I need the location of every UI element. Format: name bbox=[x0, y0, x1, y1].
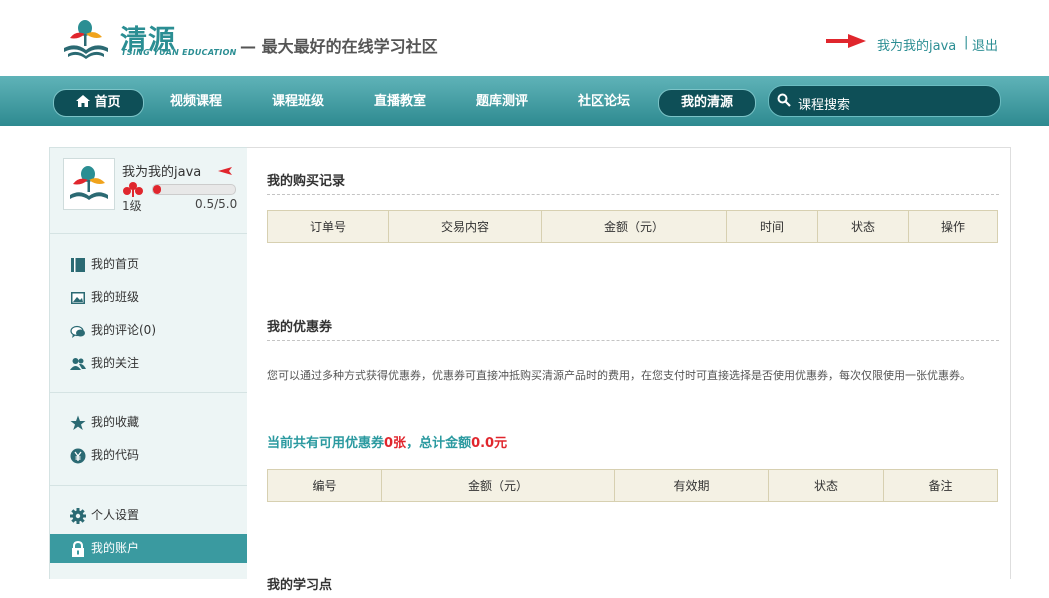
sidebar-item-label: 我的账户 bbox=[91, 541, 140, 555]
coupons-description: 您可以通过多种方式获得优惠券，优惠券可直接冲抵购买清源产品时的费用，在您支付时可… bbox=[267, 369, 971, 382]
sidebar-item-my-comments[interactable]: 我的评论(0) bbox=[50, 316, 247, 344]
column-header[interactable]: 金额（元） bbox=[381, 469, 615, 502]
user-sidebar: 我为我的java 1级 0.5/5.0 我的首页 我的班级 我的评论(0) 我的… bbox=[49, 147, 248, 579]
nav-forum[interactable]: 社区论坛 bbox=[559, 89, 649, 115]
sidebar-item-label: 个人设置 bbox=[91, 508, 140, 522]
coupons-table: 编号 金额（元） 有效期 状态 备注 bbox=[267, 469, 998, 502]
pointer-arrow-icon bbox=[826, 34, 866, 48]
profile-card: 我为我的java 1级 0.5/5.0 bbox=[50, 148, 247, 234]
sidebar-item-my-classes[interactable]: 我的班级 bbox=[50, 283, 247, 311]
sidebar-item-my-home[interactable]: 我的首页 bbox=[50, 250, 247, 278]
book-icon bbox=[71, 258, 85, 272]
main-nav: 首页 视频课程 课程班级 直播教室 题库测评 社区论坛 我的清源 课程搜索 bbox=[0, 76, 1049, 126]
avatar[interactable] bbox=[63, 158, 115, 210]
nav-video-courses[interactable]: 视频课程 bbox=[151, 89, 241, 115]
main-content: 我的购买记录 订单号 交易内容 金额（元） 时间 状态 操作 我的优惠券 您可以… bbox=[247, 147, 1011, 593]
column-header[interactable]: 有效期 bbox=[614, 469, 769, 502]
level-progress-fill bbox=[153, 185, 162, 194]
sidebar-item-my-favorites[interactable]: 我的收藏 bbox=[50, 408, 247, 436]
coupons-title: 我的优惠券 bbox=[267, 316, 999, 341]
level-score: 0.5/5.0 bbox=[195, 197, 238, 211]
comment-icon bbox=[70, 325, 85, 338]
sidebar-item-label: 我的收藏 bbox=[91, 415, 140, 429]
sidebar-item-label: 我的关注 bbox=[91, 356, 140, 370]
column-header[interactable]: 金额（元） bbox=[541, 210, 727, 243]
sidebar-item-personal-settings[interactable]: 个人设置 bbox=[50, 501, 247, 529]
coupons-summary: 当前共有可用优惠券0张，总计金额0.0元 bbox=[267, 432, 507, 451]
table-header-row: 编号 金额（元） 有效期 状态 备注 bbox=[267, 469, 998, 502]
star-icon bbox=[70, 415, 86, 430]
yen-icon bbox=[70, 448, 86, 464]
search-input[interactable]: 课程搜索 bbox=[798, 94, 850, 113]
column-header[interactable]: 订单号 bbox=[267, 210, 389, 243]
gear-icon bbox=[70, 508, 86, 524]
purchase-records-title: 我的购买记录 bbox=[267, 170, 999, 195]
coupons-summary-mid: ，总计金额 bbox=[406, 436, 472, 451]
column-header[interactable]: 交易内容 bbox=[388, 210, 542, 243]
coupons-count: 0张 bbox=[384, 436, 407, 451]
nav-home[interactable]: 首页 bbox=[53, 89, 144, 117]
column-header[interactable]: 编号 bbox=[267, 469, 382, 502]
column-header[interactable]: 状态 bbox=[768, 469, 884, 502]
nav-course-classes[interactable]: 课程班级 bbox=[253, 89, 343, 115]
menu-group-personal: 我的首页 我的班级 我的评论(0) 我的关注 bbox=[50, 234, 247, 393]
sidebar-item-my-account[interactable]: 我的账户 bbox=[50, 534, 247, 563]
username-link[interactable]: 我为我的java bbox=[877, 35, 956, 54]
sidebar-item-label: 我的评论(0) bbox=[91, 323, 156, 337]
home-icon bbox=[76, 95, 91, 107]
logo-subtitle: TSING YUAN EDUCATION bbox=[121, 48, 237, 57]
logo-icon[interactable] bbox=[62, 18, 110, 60]
nav-question-bank[interactable]: 题库测评 bbox=[457, 89, 547, 115]
site-header: 清源 TSING YUAN EDUCATION — 最大最好的在线学习社区 我为… bbox=[0, 0, 1049, 76]
sidebar-item-my-code[interactable]: 我的代码 bbox=[50, 441, 247, 469]
nav-home-label: 首页 bbox=[94, 95, 121, 110]
menu-group-account: 个人设置 我的账户 bbox=[50, 486, 247, 579]
logout-link[interactable]: 退出 bbox=[972, 35, 998, 54]
sidebar-item-label: 我的代码 bbox=[91, 448, 140, 462]
nav-live-classroom[interactable]: 直播教室 bbox=[355, 89, 445, 115]
level-badge-icon bbox=[123, 182, 143, 197]
profile-username[interactable]: 我为我的java bbox=[122, 161, 201, 180]
table-header-row: 订单号 交易内容 金额（元） 时间 状态 操作 bbox=[267, 210, 998, 243]
image-icon bbox=[71, 292, 85, 304]
column-header[interactable]: 备注 bbox=[883, 469, 998, 502]
course-search[interactable]: 课程搜索 bbox=[768, 85, 1001, 117]
column-header[interactable]: 时间 bbox=[726, 210, 818, 243]
menu-group-collections: 我的收藏 我的代码 bbox=[50, 393, 247, 486]
users-icon bbox=[70, 358, 86, 370]
header-separator: | bbox=[964, 35, 969, 50]
lock-icon bbox=[72, 541, 84, 557]
search-icon bbox=[777, 93, 791, 107]
sidebar-item-label: 我的首页 bbox=[91, 257, 140, 271]
purchase-records-table: 订单号 交易内容 金额（元） 时间 状态 操作 bbox=[267, 210, 998, 243]
column-header[interactable]: 操作 bbox=[908, 210, 998, 243]
level-label: 1级 bbox=[122, 199, 142, 213]
site-slogan: — 最大最好的在线学习社区 bbox=[240, 37, 438, 56]
level-progress-bar bbox=[152, 184, 236, 195]
nav-my-qingyuan[interactable]: 我的清源 bbox=[658, 89, 756, 117]
sidebar-item-label: 我的班级 bbox=[91, 290, 140, 304]
coupons-summary-prefix: 当前共有可用优惠券 bbox=[267, 436, 385, 451]
pointer-arrow-icon bbox=[218, 167, 232, 175]
column-header[interactable]: 状态 bbox=[817, 210, 909, 243]
coupons-amount: 0.0元 bbox=[471, 436, 508, 451]
sidebar-item-my-following[interactable]: 我的关注 bbox=[50, 349, 247, 377]
